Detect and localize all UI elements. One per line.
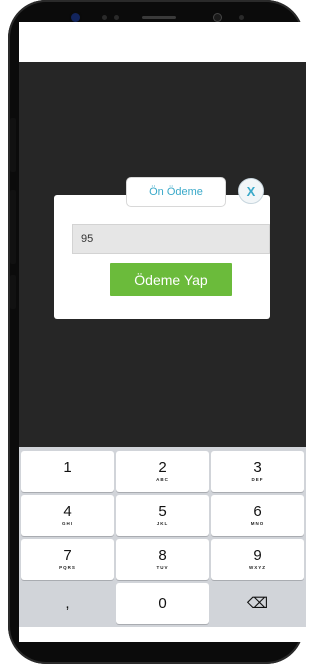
sensor-lens [214, 14, 221, 21]
dialog-title: Ön Ödeme [126, 177, 226, 207]
key-letters: DEF [251, 477, 264, 482]
screen: Ön Ödeme 95 Ödeme Yap X 1 2 ABC 3 DEF 4 … [19, 22, 306, 642]
key-2[interactable]: 2 ABC [116, 451, 209, 492]
key-number: 2 [158, 459, 167, 476]
phone-frame: Ön Ödeme 95 Ödeme Yap X 1 2 ABC 3 DEF 4 … [8, 0, 306, 664]
home-indicator-bar [19, 627, 306, 642]
sensor-dot [239, 15, 244, 20]
backspace-key[interactable]: ⌫ [211, 583, 304, 624]
key-number: 0 [158, 594, 167, 612]
key-number: 9 [253, 547, 262, 564]
key-number: 7 [63, 547, 72, 564]
key-number: , [65, 594, 70, 612]
key-comma[interactable]: , [21, 583, 114, 624]
key-letters: GHI [61, 521, 73, 526]
amount-input[interactable]: 95 [72, 224, 270, 254]
prepayment-dialog: Ön Ödeme 95 Ödeme Yap [54, 177, 270, 319]
earpiece-speaker [142, 16, 176, 19]
key-letters: MNO [250, 521, 265, 526]
key-number: 1 [63, 459, 72, 476]
key-0[interactable]: 0 [116, 583, 209, 624]
sensor-dot [102, 15, 107, 20]
key-7[interactable]: 7 PQRS [21, 539, 114, 580]
side-button [10, 190, 16, 264]
key-4[interactable]: 4 GHI [21, 495, 114, 536]
key-letters: JKL [156, 521, 169, 526]
key-number: 3 [253, 459, 262, 476]
numeric-keypad: 1 2 ABC 3 DEF 4 GHI 5 JKL 6 MNO 7 PQRS 8… [19, 447, 306, 627]
key-letters: PQRS [59, 565, 76, 570]
key-5[interactable]: 5 JKL [116, 495, 209, 536]
key-letters: TUV [156, 565, 169, 570]
key-letters: WXYZ [249, 565, 266, 570]
side-button [10, 275, 16, 309]
key-3[interactable]: 3 DEF [211, 451, 304, 492]
backspace-icon: ⌫ [246, 594, 269, 612]
key-number: 4 [63, 503, 72, 520]
front-camera-icon [71, 13, 80, 22]
sensor-dot [114, 15, 119, 20]
side-button [10, 118, 16, 172]
key-letters: ABC [156, 477, 169, 482]
key-number: 6 [253, 503, 262, 520]
status-bar [19, 22, 306, 62]
key-9[interactable]: 9 WXYZ [211, 539, 304, 580]
close-button[interactable]: X [238, 178, 264, 204]
key-number: 5 [158, 503, 167, 520]
pay-button[interactable]: Ödeme Yap [110, 263, 232, 296]
key-1[interactable]: 1 [21, 451, 114, 492]
key-number: 8 [158, 547, 167, 564]
key-6[interactable]: 6 MNO [211, 495, 304, 536]
key-8[interactable]: 8 TUV [116, 539, 209, 580]
